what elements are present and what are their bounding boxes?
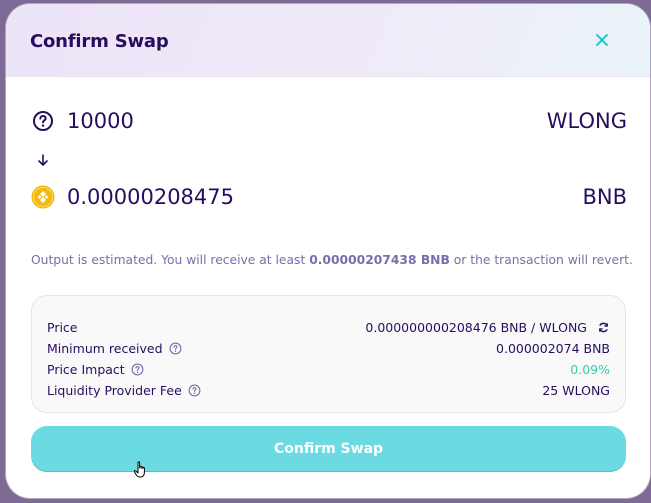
close-button[interactable]: [592, 30, 612, 50]
price-impact-row: Price Impact 0.09%: [47, 360, 610, 378]
confirm-swap-modal: Confirm Swap 10000 WLONG 0.00000208475 B…: [6, 4, 650, 498]
modal-title: Confirm Swap: [30, 31, 169, 52]
estimate-min-amount: 0.00000207438 BNB: [309, 253, 450, 267]
bnb-coin-icon: [31, 185, 55, 209]
price-impact-label-wrap: Price Impact: [47, 362, 144, 377]
price-value: 0.000000000208476 BNB / WLONG: [365, 319, 587, 335]
output-token-row: 0.00000208475 BNB: [31, 182, 627, 212]
price-impact-value: 0.09%: [570, 361, 610, 377]
lp-fee-label-wrap: Liquidity Provider Fee: [47, 383, 201, 398]
output-amount: 0.00000208475: [67, 185, 235, 209]
estimate-suffix: or the transaction will revert.: [449, 253, 633, 267]
question-icon[interactable]: [188, 384, 201, 397]
price-value-wrap: 0.000000000208476 BNB / WLONG: [365, 320, 610, 335]
minimum-received-label-wrap: Minimum received: [47, 341, 182, 356]
refresh-icon[interactable]: [597, 321, 610, 334]
lp-fee-value: 25 WLONG: [542, 382, 610, 398]
output-token-symbol: BNB: [582, 185, 627, 209]
estimate-prefix: Output is estimated. You will receive at…: [31, 253, 310, 267]
confirm-swap-button[interactable]: Confirm Swap: [31, 426, 626, 472]
input-token-symbol: WLONG: [546, 109, 627, 133]
estimate-notice: Output is estimated. You will receive at…: [31, 253, 633, 267]
input-amount: 10000: [67, 109, 134, 133]
arrow-down-icon: [36, 152, 50, 166]
price-row: Price 0.000000000208476 BNB / WLONG: [47, 318, 610, 336]
close-icon[interactable]: [595, 33, 609, 47]
hand-pointer-cursor-icon: [133, 461, 145, 478]
price-label: Price: [47, 319, 78, 335]
modal-header: Confirm Swap: [6, 4, 650, 77]
question-circle-icon: [31, 109, 55, 133]
question-icon[interactable]: [169, 342, 182, 355]
lp-fee-label: Liquidity Provider Fee: [47, 382, 182, 398]
price-impact-label: Price Impact: [47, 361, 125, 377]
input-token-row: 10000 WLONG: [31, 106, 627, 136]
minimum-received-row: Minimum received 0.000002074 BNB: [47, 339, 610, 357]
minimum-received-value: 0.000002074 BNB: [496, 340, 610, 356]
question-icon[interactable]: [131, 363, 144, 376]
minimum-received-label: Minimum received: [47, 340, 163, 356]
swap-details-panel: Price 0.000000000208476 BNB / WLONG Mini…: [31, 295, 626, 413]
lp-fee-row: Liquidity Provider Fee 25 WLONG: [47, 381, 610, 399]
